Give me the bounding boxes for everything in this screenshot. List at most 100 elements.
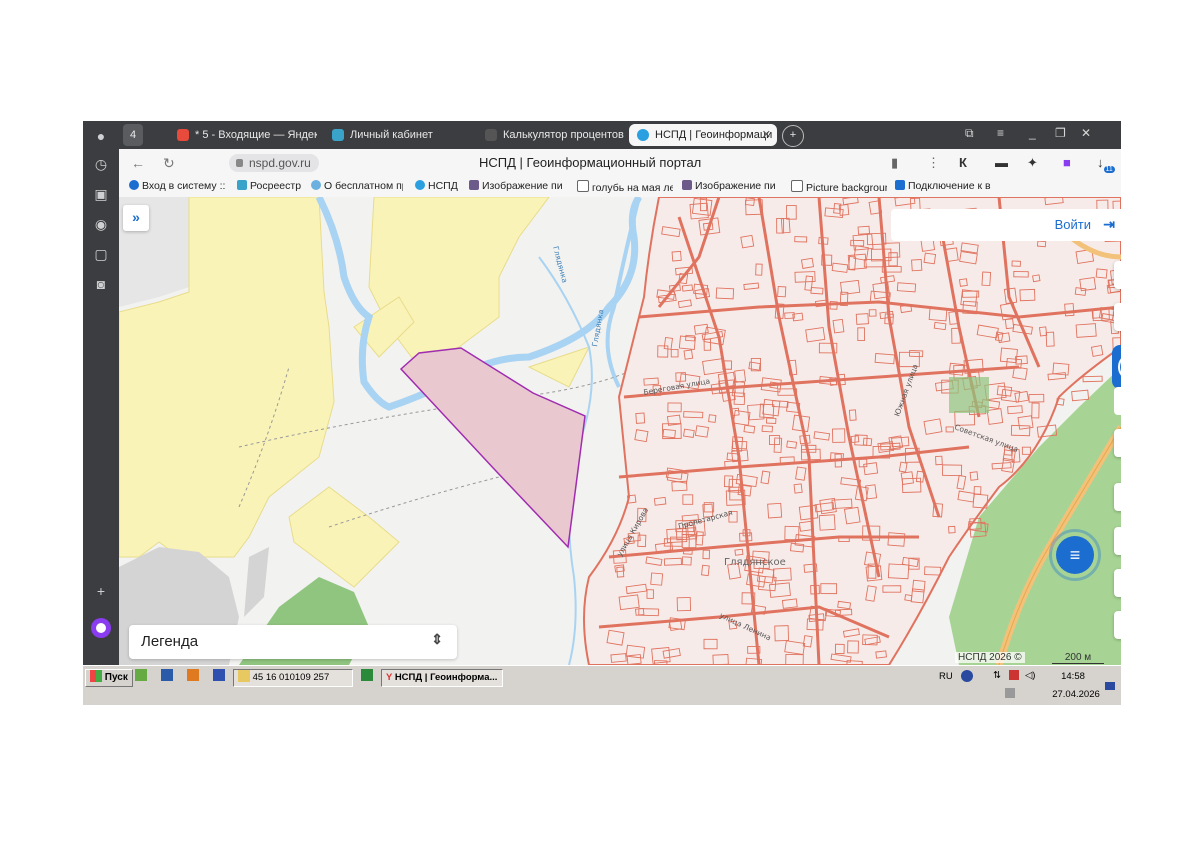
quicklaunch-save-icon[interactable]	[213, 669, 225, 685]
help-icon[interactable]	[961, 670, 973, 682]
downloads-icon[interactable]: ↓ 11	[1097, 155, 1115, 173]
river-label: Глядянка	[590, 309, 605, 348]
login-button[interactable]: Войти	[1055, 217, 1091, 232]
bookmark-item[interactable]: голубь на мая ле	[577, 180, 673, 194]
restore-icon[interactable]: ❐	[1055, 126, 1066, 140]
park-zone	[949, 377, 989, 413]
quicklaunch-illustrator-icon[interactable]	[187, 669, 199, 685]
rosreestr-icon	[237, 180, 247, 190]
bookmark-label: НСПД	[428, 180, 458, 192]
nspd-icon	[415, 180, 425, 190]
ruler-icon[interactable]: ▭	[1114, 303, 1121, 331]
cadastral-lot	[1082, 375, 1103, 383]
menu-icon[interactable]: ≡	[997, 126, 1004, 140]
quicklaunch-library-icon[interactable]	[135, 669, 147, 685]
collections-icon[interactable]: ▣	[91, 184, 111, 204]
taskbar-browser[interactable]: Y НСПД | Геоинформа...	[381, 669, 503, 687]
gosuslugi-icon	[129, 180, 139, 190]
nspd-icon	[637, 129, 649, 142]
legend-panel[interactable]: Легенда ⇕	[129, 625, 457, 659]
search-location-icon[interactable]: ◎	[1114, 569, 1121, 597]
calculator-icon	[485, 129, 497, 142]
image-icon	[682, 180, 692, 190]
gray-zone	[244, 547, 269, 617]
minimize-icon[interactable]: _	[1029, 126, 1036, 140]
history-icon[interactable]: ◷	[91, 154, 111, 174]
share-icon[interactable]: ⋖	[1114, 387, 1121, 415]
quicklaunch-photoshop-icon[interactable]	[161, 669, 173, 685]
profile-icon[interactable]: ●	[91, 126, 111, 146]
bookmark-item[interactable]: Подключение к в	[895, 180, 995, 192]
bookmark-item[interactable]: Вход в систему ::	[129, 180, 225, 192]
show-desktop-icon[interactable]	[1105, 682, 1115, 690]
tab-label: Личный кабинет	[350, 129, 433, 141]
expand-panel-button[interactable]: »	[123, 205, 149, 231]
chat-icon[interactable]: ≡	[1056, 536, 1094, 574]
locate-icon[interactable]: ➤	[1114, 483, 1121, 511]
tab-calculator[interactable]: Калькулятор процентов	[477, 124, 627, 146]
bookmark-icon[interactable]: ▮	[891, 155, 898, 171]
antivirus-icon[interactable]	[1009, 670, 1019, 680]
bookmark-item[interactable]: Picture backgroun	[791, 180, 887, 194]
bookmark-item[interactable]: Росреестр	[237, 180, 301, 192]
screenshot: ● ◷ ▣ ◉ ▢ ◙ + 4 * 5 - Входящие — Яндекс …	[83, 121, 1121, 705]
tab-mail[interactable]: * 5 - Входящие — Яндекс	[169, 124, 317, 146]
map-graphics: Глядянское Глядянка Глядянка улица Киров…	[119, 197, 1121, 665]
start-label: Пуск	[104, 672, 128, 683]
alice-assistant-icon[interactable]	[91, 618, 111, 638]
rosreestr-icon	[332, 129, 344, 142]
tab-label: * 5 - Входящие — Яндекс	[195, 129, 317, 141]
media-icon[interactable]: ◉	[91, 214, 111, 234]
extension-k-icon[interactable]: К	[959, 155, 967, 170]
zoom-in-button[interactable]: +	[1114, 611, 1121, 639]
back-icon[interactable]: ←	[131, 155, 145, 171]
bookmark-item[interactable]: О бесплатном пр	[311, 180, 403, 192]
tab-nspd[interactable]: НСПД | Геоинформаци ✕	[629, 124, 777, 146]
start-button[interactable]: Пуск	[85, 669, 133, 687]
new-tab-button[interactable]: +	[782, 125, 804, 147]
quicklaunch-excel-icon[interactable]	[361, 669, 373, 685]
close-tab-icon[interactable]: ✕	[762, 124, 771, 146]
extension-hat-icon[interactable]: ▬	[995, 155, 1008, 170]
close-window-icon[interactable]: ✕	[1081, 126, 1091, 140]
image-icon	[469, 180, 479, 190]
notes-icon[interactable]: ▢	[91, 244, 111, 264]
taskbar-browser-label: НСПД | Геоинформа...	[394, 672, 498, 683]
page-icon	[577, 180, 589, 192]
page-title: НСПД | Геоинформационный портал	[479, 155, 702, 170]
bookmark-label: О бесплатном пр	[324, 180, 403, 192]
url-field[interactable]: nspd.gov.ru	[229, 154, 319, 172]
login-bar: Войти ⇥	[891, 209, 1121, 241]
print-icon[interactable]: ⎙	[1114, 429, 1121, 457]
clock-date: 27.04.2026	[1052, 689, 1100, 700]
bookmark-item[interactable]: НСПД	[415, 180, 458, 192]
more-icon[interactable]: ⋮	[927, 155, 940, 171]
reload-icon[interactable]: ↻	[163, 155, 175, 172]
bookmark-item[interactable]: Изображение пи	[682, 180, 782, 192]
layers-icon[interactable]: ◈	[1114, 261, 1121, 289]
bookmark-label: голубь на мая ле	[592, 182, 673, 194]
tabs-overview-icon[interactable]: ⧉	[965, 126, 974, 141]
clock-time[interactable]: 14:58	[1053, 671, 1093, 682]
extension-media-icon[interactable]: ■	[1063, 155, 1071, 170]
bookmark-item[interactable]: Изображение пи	[469, 180, 565, 192]
bookmark-label: Подключение к в	[908, 180, 991, 192]
volume-icon[interactable]: ◁)	[1025, 670, 1035, 681]
network-icon[interactable]	[1005, 688, 1015, 698]
minimap-icon[interactable]: ▣	[1114, 527, 1121, 555]
tab-label: НСПД | Геоинформаци	[655, 129, 773, 141]
taskbar-folder[interactable]: 45 16 010109 257	[233, 669, 353, 687]
tab-counter[interactable]: 4	[123, 124, 143, 146]
map-canvas[interactable]: Глядянское Глядянка Глядянка улица Киров…	[119, 197, 1121, 665]
screenshot-icon[interactable]: ◙	[91, 274, 111, 294]
scale-bar: 200 м	[1052, 652, 1104, 664]
extension-puzzle-icon[interactable]: ✦	[1027, 155, 1038, 171]
yandex-icon: Y	[386, 672, 393, 683]
chevron-updown-icon: ⇕	[431, 631, 443, 647]
login-icon[interactable]: ⇥	[1103, 216, 1115, 233]
add-panel-icon[interactable]: +	[91, 581, 111, 601]
nspd-panel-button[interactable]	[1112, 345, 1121, 389]
tray-arrows-icon[interactable]: ⇅	[993, 670, 1001, 681]
tab-cabinet[interactable]: Личный кабинет	[324, 124, 464, 146]
language-indicator[interactable]: RU	[939, 671, 953, 682]
